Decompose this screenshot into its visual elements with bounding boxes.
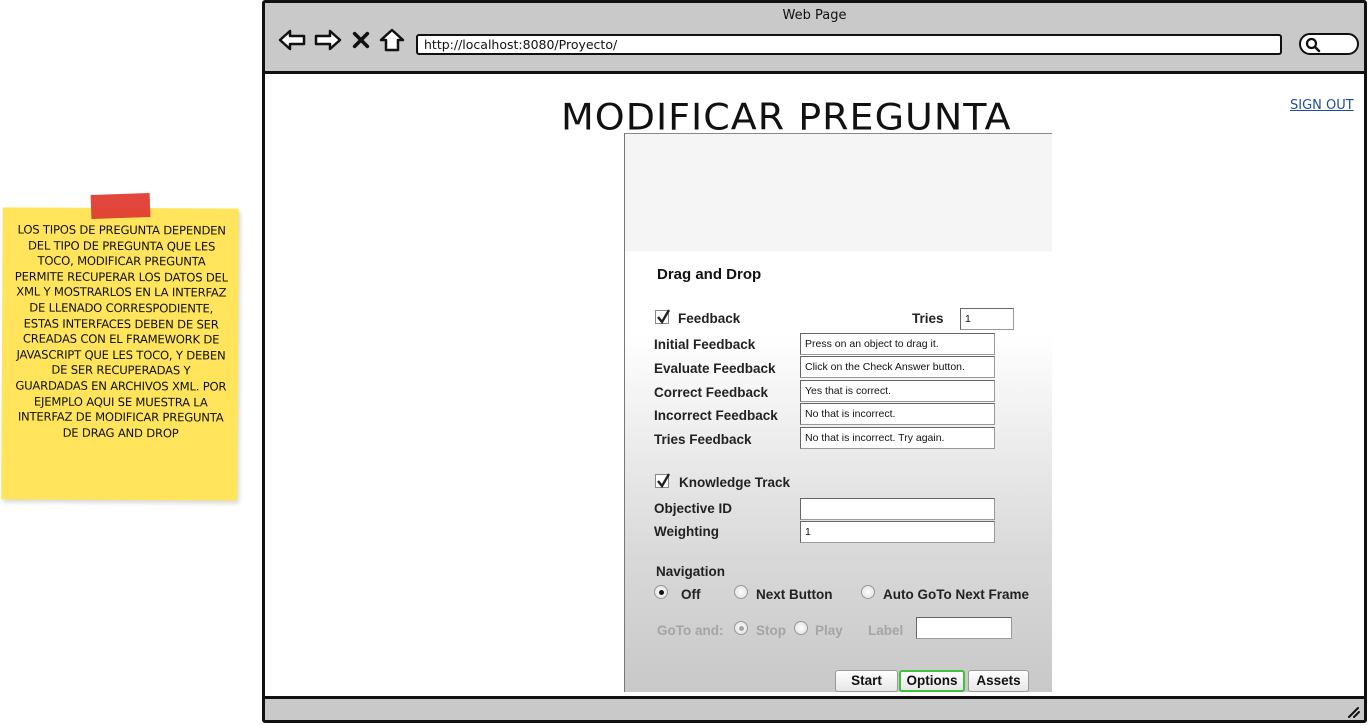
nav-off-radio[interactable] — [654, 585, 668, 599]
checkmark-icon — [657, 473, 671, 489]
tries-input[interactable]: 1 — [960, 308, 1014, 330]
stop-x-icon[interactable] — [350, 27, 372, 53]
resize-grip-icon[interactable] — [1345, 704, 1361, 718]
tab-start[interactable]: Start — [835, 670, 898, 692]
goto-stop-label: Stop — [756, 623, 786, 638]
navigation-label: Navigation — [656, 564, 726, 579]
incorrect-feedback-input[interactable]: No that is incorrect. — [800, 403, 995, 425]
nav-next-button-label: Next Button — [756, 587, 833, 602]
tab-options[interactable]: Options — [899, 670, 965, 692]
tries-feedback-input[interactable]: No that is incorrect. Try again. — [800, 427, 995, 449]
nav-off-label: Off — [681, 587, 701, 602]
knowledge-track-checkbox[interactable] — [655, 473, 671, 489]
window-title: Web Page — [782, 8, 847, 23]
nav-auto-goto-label: Auto GoTo Next Frame — [883, 587, 1030, 602]
tape-icon — [90, 192, 151, 220]
goto-label-input[interactable] — [916, 617, 1012, 639]
knowledge-track-label: Knowledge Track — [679, 475, 791, 490]
drag-and-drop-panel: Drag and Drop Feedback Tries 1 Initial F… — [624, 133, 1052, 692]
objective-id-input[interactable] — [800, 498, 995, 520]
back-arrow-icon[interactable] — [277, 27, 307, 53]
forward-arrow-icon[interactable] — [313, 27, 343, 53]
sticky-note: Los tipos de pregunta dependen del tipo … — [1, 207, 239, 501]
objective-id-label: Objective ID — [654, 501, 733, 516]
tries-label: Tries — [912, 311, 944, 326]
sticky-note-text: Los tipos de pregunta dependen del tipo … — [14, 222, 229, 441]
initial-feedback-label: Initial Feedback — [654, 337, 756, 352]
goto-and-label: GoTo and: — [657, 623, 724, 638]
correct-feedback-label: Correct Feedback — [654, 385, 769, 400]
checkmark-icon — [657, 309, 671, 325]
nav-auto-goto-radio[interactable] — [861, 585, 875, 599]
initial-feedback-input[interactable]: Press on an object to drag it. — [800, 333, 995, 355]
page-title: MODIFICAR PREGUNTA — [561, 96, 1012, 138]
search-icon — [1305, 37, 1321, 53]
sign-out-link[interactable]: SIGN OUT — [1290, 98, 1354, 113]
weighting-input[interactable]: 1 — [800, 521, 995, 543]
status-bar — [265, 696, 1364, 720]
evaluate-feedback-input[interactable]: Click on the Check Answer button. — [800, 356, 995, 378]
tries-feedback-label: Tries Feedback — [654, 432, 752, 447]
weighting-label: Weighting — [654, 524, 719, 539]
evaluate-feedback-label: Evaluate Feedback — [654, 361, 776, 376]
goto-play-radio[interactable] — [794, 621, 808, 635]
browser-window: Web Page http://localhost:8080/Proyecto/… — [262, 0, 1367, 723]
browser-toolbar: Web Page http://localhost:8080/Proyecto/ — [265, 3, 1364, 74]
tab-assets[interactable]: Assets — [968, 670, 1029, 692]
incorrect-feedback-label: Incorrect Feedback — [654, 408, 778, 423]
goto-stop-radio[interactable] — [734, 621, 748, 635]
feedback-checkbox[interactable] — [655, 309, 671, 325]
correct-feedback-input[interactable]: Yes that is correct. — [800, 380, 995, 402]
url-input[interactable]: http://localhost:8080/Proyecto/ — [416, 34, 1282, 55]
goto-play-label: Play — [815, 623, 843, 638]
browser-search-input[interactable] — [1299, 33, 1359, 55]
nav-next-button-radio[interactable] — [734, 585, 748, 599]
panel-title: Drag and Drop — [657, 266, 762, 283]
feedback-label: Feedback — [678, 311, 741, 326]
home-icon[interactable] — [377, 27, 407, 53]
goto-label-label: Label — [868, 623, 904, 638]
